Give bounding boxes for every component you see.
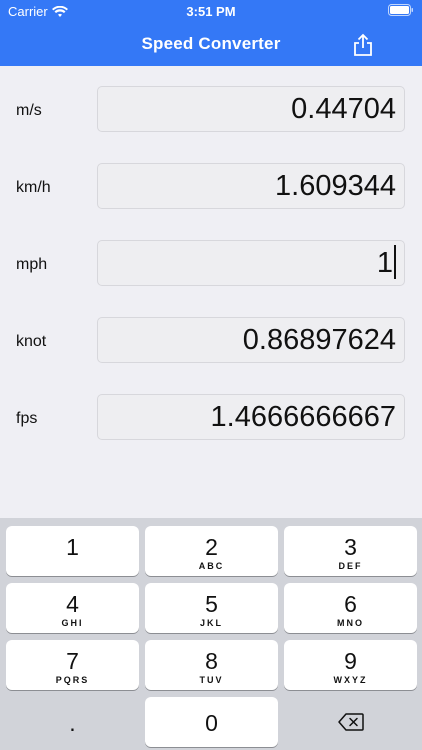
unit-value-mph: 1 — [376, 247, 393, 279]
key-1[interactable]: 1 — [6, 526, 139, 576]
key-9[interactable]: 9 WXYZ — [284, 640, 417, 690]
key-backspace[interactable] — [284, 697, 417, 747]
text-cursor — [394, 245, 396, 279]
key-decimal[interactable]: . — [6, 697, 139, 747]
unit-input-kmh[interactable]: 1.609344 — [97, 163, 405, 209]
key-7[interactable]: 7 PQRS — [6, 640, 139, 690]
battery-icon — [388, 4, 414, 19]
unit-label-fps: fps — [16, 410, 38, 427]
unit-input-ms[interactable]: 0.44704 — [97, 86, 405, 132]
key-letters: TUV — [199, 675, 224, 685]
key-digit: 0 — [205, 710, 218, 736]
key-digit: 4 — [66, 591, 79, 617]
key-letters: GHI — [61, 618, 84, 628]
numeric-keypad: 1 2 ABC 3 DEF 4 GHI 5 JKL 6 MNO 7 PQRS 8… — [0, 518, 422, 750]
navigation-bar: Carrier 3:51 PM Speed Converter — [0, 0, 422, 66]
key-digit: 9 — [344, 648, 357, 674]
unit-label-kmh: km/h — [16, 179, 51, 196]
key-digit: 1 — [66, 534, 79, 560]
key-letters: DEF — [338, 561, 363, 571]
unit-value-kmh: 1.609344 — [275, 170, 396, 202]
key-letters: WXYZ — [333, 675, 368, 685]
status-time: 3:51 PM — [186, 4, 236, 19]
key-4[interactable]: 4 GHI — [6, 583, 139, 633]
status-bar: Carrier 3:51 PM — [0, 0, 422, 24]
key-letters: MNO — [337, 618, 364, 628]
key-5[interactable]: 5 JKL — [145, 583, 278, 633]
unit-label-mph: mph — [16, 256, 48, 273]
key-digit: 6 — [344, 591, 357, 617]
unit-label-ms: m/s — [16, 102, 42, 119]
key-digit: 2 — [205, 534, 218, 560]
unit-row-ms: m/s 0.44704 — [0, 86, 422, 138]
key-8[interactable]: 8 TUV — [145, 640, 278, 690]
unit-input-knot[interactable]: 0.86897624 — [97, 317, 405, 363]
unit-row-mph: mph 1 — [0, 240, 422, 292]
key-6[interactable]: 6 MNO — [284, 583, 417, 633]
key-letters: PQRS — [55, 675, 90, 685]
key-digit: 3 — [344, 534, 357, 560]
unit-value-fps: 1.4666666667 — [210, 401, 396, 433]
unit-input-fps[interactable]: 1.4666666667 — [97, 394, 405, 440]
unit-value-knot: 0.86897624 — [242, 324, 396, 356]
key-digit: 5 — [205, 591, 218, 617]
unit-row-fps: fps 1.4666666667 — [0, 394, 422, 446]
share-icon[interactable] — [352, 33, 374, 57]
key-digit: . — [69, 710, 76, 736]
backspace-icon — [337, 713, 364, 731]
unit-input-mph[interactable]: 1 — [97, 240, 405, 286]
key-2[interactable]: 2 ABC — [145, 526, 278, 576]
unit-label-knot: knot — [16, 333, 47, 350]
key-3[interactable]: 3 DEF — [284, 526, 417, 576]
unit-row-knot: knot 0.86897624 — [0, 317, 422, 369]
unit-value-ms: 0.44704 — [291, 93, 396, 125]
key-letters: ABC — [198, 561, 225, 571]
key-letters: JKL — [199, 618, 223, 628]
key-digit: 8 — [205, 648, 218, 674]
key-digit: 7 — [66, 648, 79, 674]
key-0[interactable]: 0 — [145, 697, 278, 747]
unit-row-kmh: km/h 1.609344 — [0, 163, 422, 215]
